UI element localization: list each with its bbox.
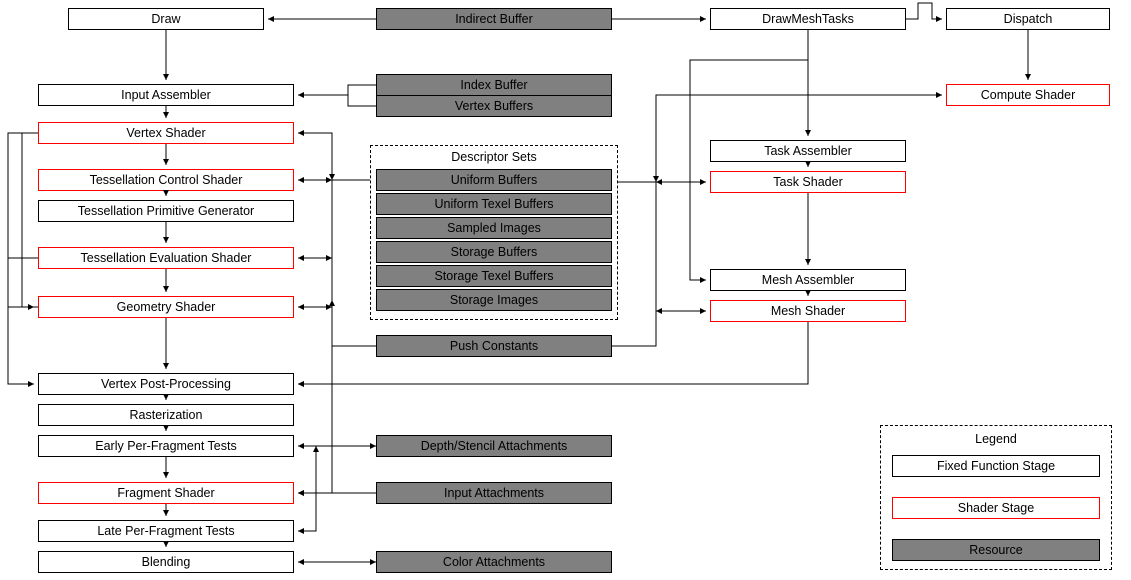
node-vertex-post: Vertex Post-Processing — [38, 373, 294, 395]
node-depth-stencil: Depth/Stencil Attachments — [376, 435, 612, 457]
node-color-attachments: Color Attachments — [376, 551, 612, 573]
node-index-buffer: Index Buffer — [376, 74, 612, 96]
node-fragment-shader: Fragment Shader — [38, 482, 294, 504]
node-vertex-buffers: Vertex Buffers — [376, 95, 612, 117]
node-task-shader: Task Shader — [710, 171, 906, 193]
node-indirect-buffer: Indirect Buffer — [376, 8, 612, 30]
node-draw: Draw — [68, 8, 264, 30]
node-dispatch: Dispatch — [946, 8, 1110, 30]
node-early-frag: Early Per-Fragment Tests — [38, 435, 294, 457]
legend-fixed: Fixed Function Stage — [892, 455, 1100, 477]
node-storage-buffers: Storage Buffers — [376, 241, 612, 263]
node-rasterization: Rasterization — [38, 404, 294, 426]
legend-title: Legend — [880, 432, 1112, 446]
node-input-attachments: Input Attachments — [376, 482, 612, 504]
node-task-assembler: Task Assembler — [710, 140, 906, 162]
node-compute-shader: Compute Shader — [946, 84, 1110, 106]
node-mesh-assembler: Mesh Assembler — [710, 269, 906, 291]
legend-resource: Resource — [892, 539, 1100, 561]
node-sampled-images: Sampled Images — [376, 217, 612, 239]
node-tess-eval: Tessellation Evaluation Shader — [38, 247, 294, 269]
node-uniform-texel: Uniform Texel Buffers — [376, 193, 612, 215]
node-geometry-shader: Geometry Shader — [38, 296, 294, 318]
node-blending: Blending — [38, 551, 294, 573]
node-tess-control: Tessellation Control Shader — [38, 169, 294, 191]
node-vertex-shader: Vertex Shader — [38, 122, 294, 144]
node-storage-images: Storage Images — [376, 289, 612, 311]
node-tess-prim-gen: Tessellation Primitive Generator — [38, 200, 294, 222]
label-descriptor-sets: Descriptor Sets — [370, 150, 618, 164]
node-push-constants: Push Constants — [376, 335, 612, 357]
legend-shader: Shader Stage — [892, 497, 1100, 519]
node-mesh-shader: Mesh Shader — [710, 300, 906, 322]
node-draw-mesh-tasks: DrawMeshTasks — [710, 8, 906, 30]
node-input-assembler: Input Assembler — [38, 84, 294, 106]
node-uniform-buffers: Uniform Buffers — [376, 169, 612, 191]
node-storage-texel: Storage Texel Buffers — [376, 265, 612, 287]
node-late-frag: Late Per-Fragment Tests — [38, 520, 294, 542]
